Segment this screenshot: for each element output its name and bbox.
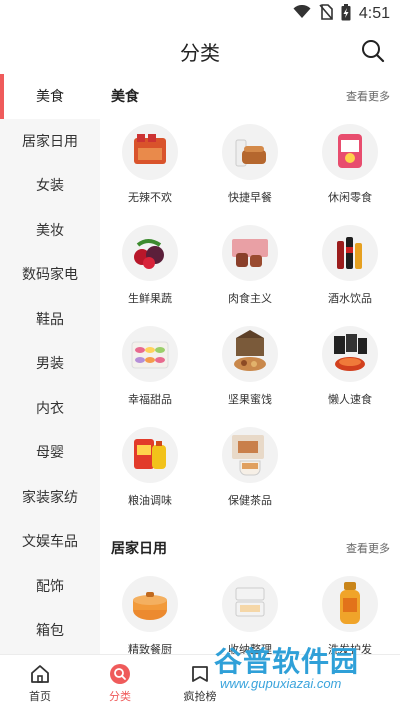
- category-item[interactable]: 坚果蜜饯: [200, 320, 300, 421]
- see-more-link[interactable]: 查看更多: [346, 540, 390, 556]
- category-item[interactable]: 肉食主义: [200, 219, 300, 320]
- battery-charging-icon: [341, 3, 351, 25]
- category-thumbnail: [222, 427, 278, 483]
- category-thumbnail: [122, 124, 178, 180]
- category-item[interactable]: 精致餐厨: [100, 570, 200, 654]
- sidebar-item[interactable]: 文娱车品: [0, 519, 100, 564]
- category-thumbnail: [122, 427, 178, 483]
- ranking-icon: [189, 663, 211, 685]
- category-item-label: 粮油调味: [128, 494, 172, 507]
- sidebar-item[interactable]: 美食: [0, 74, 100, 119]
- watermark-url: www.gupuxiazai.com: [220, 676, 342, 691]
- category-item[interactable]: 幸福甜品: [100, 320, 200, 421]
- category-thumbnail: [322, 576, 378, 632]
- category-item-label: 酒水饮品: [328, 292, 372, 305]
- tab-category[interactable]: 分类: [80, 655, 160, 712]
- sidebar-item[interactable]: 数码家电: [0, 252, 100, 297]
- category-content: 美食 查看更多 无辣不欢 快捷早餐 休闲零食 生鲜果蔬 肉食主义 酒水饮品 幸福甜品 坚果蜜饯 懒人…: [100, 74, 400, 654]
- category-item[interactable]: 懒人速食: [300, 320, 400, 421]
- sidebar-item[interactable]: 母婴: [0, 430, 100, 475]
- category-item-label: 坚果蜜饯: [228, 393, 272, 406]
- category-item-label: 无辣不欢: [128, 191, 172, 204]
- category-thumbnail: [222, 124, 278, 180]
- category-item[interactable]: 保健茶品: [200, 421, 300, 522]
- section-title: 美食: [111, 89, 139, 105]
- category-item-label: 快捷早餐: [228, 191, 272, 204]
- sidebar-item[interactable]: 美妆: [0, 208, 100, 253]
- sidebar-item[interactable]: 内衣: [0, 386, 100, 431]
- wifi-icon: [293, 4, 311, 23]
- category-item-label: 懒人速食: [328, 393, 372, 406]
- category-item[interactable]: 粮油调味: [100, 421, 200, 522]
- category-thumbnail: [322, 326, 378, 382]
- tab-label: 首页: [29, 690, 51, 703]
- category-item-label: 肉食主义: [228, 292, 272, 305]
- home-icon: [29, 663, 51, 685]
- category-item-label: 精致餐厨: [128, 643, 172, 654]
- category-thumbnail: [222, 576, 278, 632]
- sidebar-item[interactable]: 箱包: [0, 608, 100, 653]
- category-thumbnail: [322, 225, 378, 281]
- sidebar-item[interactable]: 女装: [0, 163, 100, 208]
- category-thumbnail: [122, 326, 178, 382]
- watermark-text: 谷普软件园: [214, 645, 360, 678]
- page-header: 分类: [0, 28, 400, 74]
- category-item[interactable]: 休闲零食: [300, 118, 400, 219]
- category-item-label: 幸福甜品: [128, 393, 172, 406]
- section-title: 居家日用: [111, 541, 167, 557]
- tab-label: 分类: [109, 690, 131, 703]
- category-item[interactable]: 快捷早餐: [200, 118, 300, 219]
- category-search-icon: [109, 663, 131, 685]
- status-time: 4:51: [358, 5, 390, 22]
- tab-label: 疯抢榜: [183, 690, 217, 703]
- category-item-label: 保健茶品: [228, 494, 272, 507]
- category-thumbnail: [222, 326, 278, 382]
- sidebar-item[interactable]: 家装家纺: [0, 475, 100, 520]
- watermark-logo: 谷普软件园 www.gupuxiazai.com: [214, 640, 394, 706]
- status-bar: 4:51: [0, 0, 400, 28]
- sidebar-item[interactable]: 鞋品: [0, 297, 100, 342]
- section-header: 美食 查看更多: [100, 74, 400, 118]
- page-title: 分类: [180, 40, 220, 65]
- sidebar-item[interactable]: 男装: [0, 341, 100, 386]
- category-thumbnail: [322, 124, 378, 180]
- tab-home[interactable]: 首页: [0, 655, 80, 712]
- see-more-link[interactable]: 查看更多: [346, 88, 390, 104]
- category-item[interactable]: 生鲜果蔬: [100, 219, 200, 320]
- category-sidebar: 美食 居家日用 女装 美妆 数码家电 鞋品 男装 内衣 母婴 家装家纺 文娱车品 配饰 箱包: [0, 74, 100, 654]
- category-item-label: 休闲零食: [328, 191, 372, 204]
- category-thumbnail: [122, 225, 178, 281]
- category-item[interactable]: 无辣不欢: [100, 118, 200, 219]
- search-icon[interactable]: [360, 38, 386, 64]
- no-sim-icon: [319, 4, 333, 24]
- category-thumbnail: [222, 225, 278, 281]
- category-item-label: 生鲜果蔬: [128, 292, 172, 305]
- sidebar-item[interactable]: 居家日用: [0, 119, 100, 164]
- category-grid: 无辣不欢 快捷早餐 休闲零食生鲜果蔬 肉食主义 酒水饮品幸福甜品 坚果蜜饯 懒人速食粮油调味…: [100, 118, 400, 522]
- sidebar-item[interactable]: 配饰: [0, 564, 100, 609]
- section-header: 居家日用 查看更多: [100, 526, 400, 570]
- category-item[interactable]: 酒水饮品: [300, 219, 400, 320]
- category-thumbnail: [122, 576, 178, 632]
